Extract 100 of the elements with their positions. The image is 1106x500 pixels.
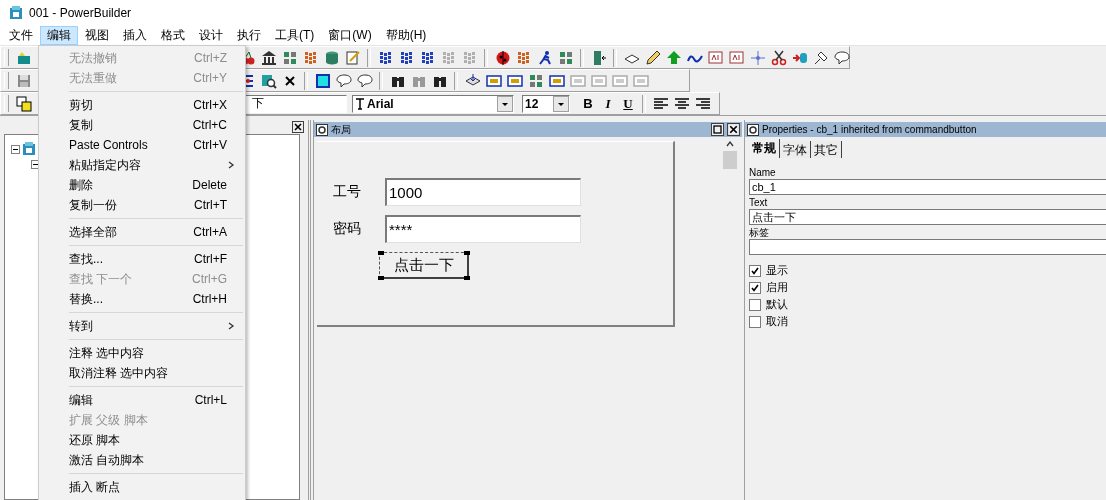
style-button[interactable]: I [598, 93, 618, 114]
grid-icon[interactable] [527, 72, 544, 89]
notepad-icon[interactable] [344, 49, 361, 66]
checkbox[interactable] [749, 315, 761, 328]
dots-icon[interactable] [398, 49, 415, 66]
dots-icon[interactable] [515, 49, 532, 66]
menu-entry[interactable]: 选择全部 [69, 223, 194, 241]
save-icon[interactable] [15, 72, 32, 89]
property-field[interactable] [749, 239, 1106, 255]
menu-entry[interactable]: 粘贴指定内容 [69, 156, 227, 174]
checkbox[interactable] [749, 298, 761, 311]
checkbox-label: 启用 [766, 280, 788, 295]
menu-item[interactable]: 设计 [192, 26, 230, 45]
menu-entry[interactable]: 复制 [69, 116, 193, 134]
align-left-icon[interactable] [652, 95, 669, 112]
align-center-icon[interactable] [673, 95, 690, 112]
menu-item[interactable]: 执行 [230, 26, 268, 45]
checkbox[interactable] [749, 264, 761, 277]
menu-entry[interactable]: 取消注释 选中内容 [69, 364, 227, 382]
selection-handle[interactable] [464, 276, 470, 280]
text-box-icon[interactable] [707, 49, 724, 66]
align-right-icon[interactable] [694, 95, 711, 112]
scissors-icon[interactable] [770, 49, 787, 66]
selection-handle[interactable] [464, 251, 470, 255]
selection-handle[interactable] [378, 276, 384, 280]
size-select[interactable]: 12 [522, 94, 570, 113]
dots-icon[interactable] [440, 49, 457, 66]
panel-title: 布局 [331, 122, 352, 137]
field-label: 密码 [333, 220, 362, 238]
building-icon[interactable] [260, 49, 277, 66]
checkbox[interactable] [749, 281, 761, 294]
layers-icon[interactable] [15, 95, 32, 112]
menu-item[interactable]: 格式 [154, 26, 192, 45]
menu-item[interactable]: 编辑 [40, 26, 78, 45]
menu-item[interactable]: 窗口(W) [321, 26, 379, 45]
shortcut-text: Ctrl+V [193, 138, 227, 152]
dots-icon[interactable] [302, 49, 319, 66]
speech-bubble-icon[interactable] [356, 72, 373, 89]
menu-entry[interactable]: 转到 [69, 317, 227, 335]
dots-icon[interactable] [419, 49, 436, 66]
text-field[interactable]: **** [385, 215, 581, 243]
menu-entry[interactable]: 编辑 [69, 391, 195, 409]
collapse-icon[interactable] [11, 144, 20, 154]
menu-entry[interactable]: 查找... [69, 250, 194, 268]
menu-entry[interactable]: 还原 脚本 [69, 431, 227, 449]
square-icon[interactable] [314, 72, 331, 89]
frame-icon[interactable] [548, 72, 565, 89]
style-button[interactable]: U [618, 93, 638, 114]
menu-entry[interactable]: 激活 自动脚本 [69, 451, 227, 469]
property-field[interactable]: cb_1 [749, 179, 1106, 195]
text-field[interactable]: 1000 [385, 178, 581, 206]
text-box-icon[interactable] [728, 49, 745, 66]
shortcut-text: Ctrl+Z [194, 51, 227, 65]
scroll-thumb[interactable] [723, 151, 737, 169]
checkbox-label: 显示 [766, 263, 788, 278]
menu-item[interactable]: 帮助(H) [378, 26, 434, 45]
window-icon [747, 123, 759, 136]
shortcut-text: Ctrl+T [194, 198, 227, 212]
menu-entry[interactable]: 注释 选中内容 [69, 344, 227, 362]
grid-icon[interactable] [281, 49, 298, 66]
pin-icon[interactable] [812, 49, 829, 66]
caret-up-icon [726, 140, 734, 148]
close-button[interactable] [727, 123, 740, 136]
style-button[interactable]: B [578, 93, 598, 114]
shortcut-text: Ctrl+G [192, 272, 227, 286]
menu-item[interactable]: 插入 [116, 26, 154, 45]
database-icon[interactable] [323, 49, 340, 66]
grid-icon[interactable] [557, 49, 574, 66]
speech-bubble-icon[interactable] [335, 72, 352, 89]
menu-entry[interactable]: 删除 [69, 176, 193, 194]
command-button[interactable]: 点击一下 [379, 252, 469, 279]
menu-item[interactable]: 文件 [2, 26, 40, 45]
shortcut-text: Ctrl+X [193, 98, 227, 112]
tab[interactable]: 其它 [811, 141, 842, 158]
maximize-button[interactable] [711, 123, 724, 136]
menu-entry[interactable]: 剪切 [69, 96, 194, 114]
dots-icon[interactable] [461, 49, 478, 66]
maximize-icon [713, 125, 722, 134]
dots-icon[interactable] [377, 49, 394, 66]
close-button[interactable] [292, 121, 304, 133]
menu-item[interactable]: 工具(T) [268, 26, 322, 45]
property-field[interactable]: 点击一下 [749, 209, 1106, 225]
menu-entry[interactable]: Paste Controls [69, 138, 194, 152]
font-select[interactable]: Arial [352, 94, 514, 113]
menu-entry[interactable]: 插入 断点 [69, 478, 227, 496]
menu-entry[interactable]: 复制一份 [69, 196, 194, 214]
selection-handle[interactable] [378, 251, 384, 255]
ladybug-icon[interactable] [494, 49, 511, 66]
magnifier-icon[interactable] [260, 72, 277, 89]
shortcut-text: Ctrl+H [192, 292, 227, 306]
property-label: Text [749, 196, 769, 209]
tab[interactable]: 常规 [749, 139, 780, 158]
menu-entry[interactable]: 替换... [69, 290, 193, 308]
frame-icon[interactable] [485, 72, 502, 89]
speech-bubble-icon[interactable] [833, 49, 850, 66]
pencil-icon[interactable] [644, 49, 661, 66]
menu-item[interactable]: 视图 [78, 26, 116, 45]
tab[interactable]: 字体 [780, 141, 811, 158]
running-figure-icon[interactable] [536, 49, 553, 66]
frame-icon[interactable] [506, 72, 523, 89]
